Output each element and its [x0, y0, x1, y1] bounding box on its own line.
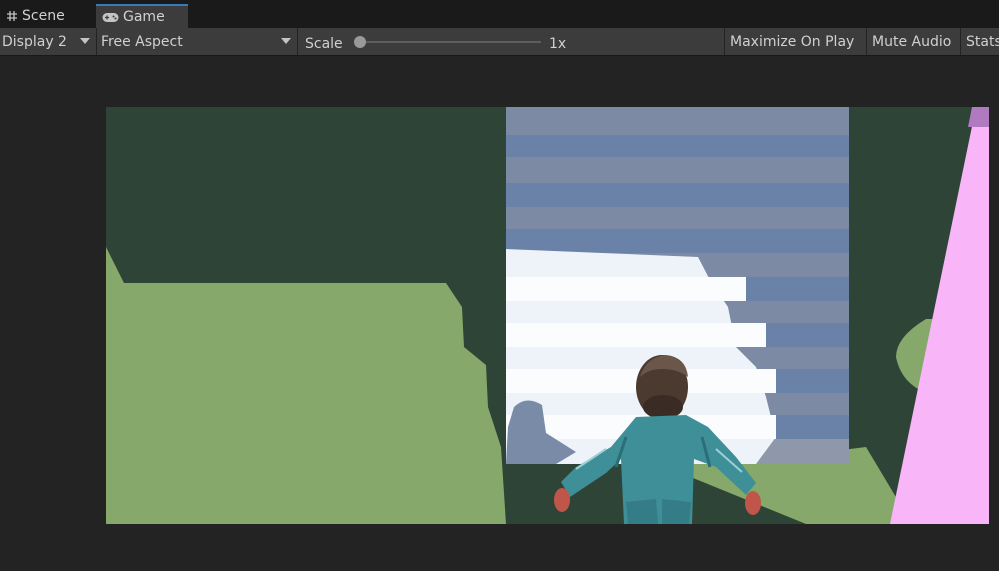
game-viewport[interactable]	[106, 107, 989, 524]
tab-scene-label: Scene	[22, 8, 65, 24]
scale-value: 1x	[549, 35, 567, 52]
scale-slider-track[interactable]	[358, 41, 541, 43]
tab-game[interactable]: Game	[96, 4, 188, 28]
editor-tab-bar: Scene Game	[0, 0, 999, 28]
chevron-down-icon	[80, 38, 90, 44]
maximize-on-play-toggle[interactable]: Maximize On Play	[725, 28, 866, 55]
tab-game-label: Game	[123, 9, 165, 25]
chevron-down-icon	[281, 38, 291, 44]
scale-label: Scale	[305, 35, 343, 52]
stats-toggle[interactable]: Stats	[961, 28, 999, 55]
hash-grid-icon	[6, 10, 18, 22]
display-dropdown[interactable]: Display 2	[0, 28, 96, 55]
aspect-dropdown[interactable]: Free Aspect	[97, 28, 297, 55]
game-render	[106, 107, 989, 524]
display-dropdown-value: Display 2	[2, 33, 67, 50]
lit-ground	[106, 247, 506, 524]
aspect-dropdown-value: Free Aspect	[101, 33, 183, 50]
toolbar-divider	[297, 28, 298, 55]
tab-scene[interactable]: Scene	[0, 4, 94, 28]
gamepad-icon	[102, 12, 119, 23]
scale-slider-thumb[interactable]	[354, 36, 366, 48]
mute-audio-toggle[interactable]: Mute Audio	[867, 28, 960, 55]
